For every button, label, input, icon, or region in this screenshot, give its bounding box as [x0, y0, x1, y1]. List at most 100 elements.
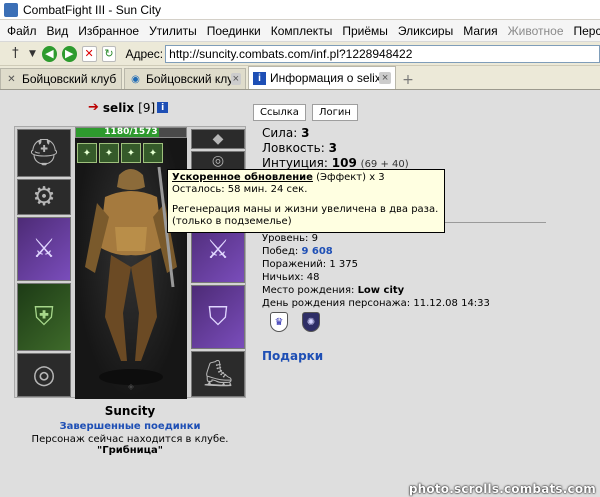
address-input[interactable]: http://suncity.combats.com/inf.pl?122894…	[165, 44, 600, 63]
armor-slot[interactable]: ⛨	[17, 283, 71, 351]
refresh-icon[interactable]: ↻	[101, 45, 117, 62]
info-value: 48	[306, 272, 320, 283]
bracers-icon: ⚙	[32, 182, 56, 212]
legs-slot[interactable]: ⛉	[191, 285, 245, 349]
info-wins: Побед: 9 608	[262, 245, 490, 258]
tab-label: Бойцовский клуб	[22, 72, 117, 86]
character-header: ➔ selix [9] i	[88, 100, 169, 115]
armor-icon: ⛨	[34, 301, 54, 332]
helmet-icon: ⛑	[27, 138, 61, 168]
tab-info-selix[interactable]: i Информация о selix ×	[248, 66, 396, 89]
window-titlebar: CombatFight III - Sun City	[0, 0, 600, 20]
new-tab-button[interactable]: +	[398, 71, 418, 89]
character-level: [9]	[138, 100, 156, 115]
tab-fight-club-2[interactable]: ◉ Бойцовский клуб. ×	[124, 68, 246, 89]
info-birthplace: Место рождения: Low city	[262, 284, 490, 297]
belt-slot[interactable]: ◎	[17, 353, 71, 397]
tooltip-remaining: Осталось: 58 мин. 24 сек.	[172, 184, 308, 195]
menu-magic[interactable]: Магия	[458, 24, 502, 38]
menubar: Файл Вид Избранное Утилиты Поединки Комп…	[0, 20, 600, 42]
profile-buttons: Ссылка Логин	[253, 104, 358, 121]
stat-label: Интуиция:	[262, 156, 328, 170]
window-title: CombatFight III - Sun City	[23, 2, 162, 17]
info-label: День рождения персонажа:	[262, 298, 411, 309]
effect-icon[interactable]: ✦	[121, 143, 141, 163]
tab-fight-club-1[interactable]: ✕ Бойцовский клуб	[0, 68, 122, 89]
stats-block: Сила: 3 Ловкость: 3 Интуиция: 109 (69 + …	[262, 126, 409, 172]
effect-icon[interactable]: ✦	[143, 143, 163, 163]
info-level: Уровень: 9	[262, 232, 490, 245]
character-name: selix	[102, 100, 135, 115]
menu-view[interactable]: Вид	[42, 24, 74, 38]
weapon-slot-left[interactable]: ⚔	[17, 217, 71, 281]
helmet-slot[interactable]: ⛑	[17, 129, 71, 177]
sword-icon: ⚔	[32, 234, 56, 264]
page-content: ➔ selix [9] i ⛑ ⚙ ⚔ ⛨ ◎ ◈ 1180/1573 ✦ ✦ …	[0, 90, 600, 497]
location-block: Suncity Завершенные поединки Персонаж се…	[14, 404, 246, 456]
info-value: 11.12.08 14:33	[413, 298, 490, 309]
info-icon: i	[253, 71, 266, 85]
menu-utilities[interactable]: Утилиты	[144, 24, 202, 38]
boots-slot[interactable]: ⛸	[191, 351, 245, 397]
stop-icon[interactable]: ✕	[81, 45, 97, 62]
menu-favorites[interactable]: Избранное	[73, 24, 144, 38]
menu-character[interactable]: Персонаж	[569, 24, 600, 38]
amulet-slot[interactable]: ◆	[191, 129, 245, 149]
gifts-link[interactable]: Подарки	[262, 349, 323, 363]
tab-close-icon[interactable]: ×	[379, 72, 391, 84]
stat-label: Ловкость:	[262, 141, 325, 155]
effect-icons: ✦ ✦ ✦ ✦	[77, 143, 163, 163]
chevron-down-icon[interactable]: ▼	[28, 46, 37, 62]
sword-icon: ⚔	[206, 235, 230, 265]
location-text: Персонаж сейчас находится в клубе.	[31, 434, 229, 445]
back-arrow-icon[interactable]: ◀	[42, 45, 57, 62]
address-label: Адрес:	[125, 46, 164, 61]
effect-icon[interactable]: ✦	[99, 143, 119, 163]
globe-icon: ◉	[131, 73, 140, 85]
medal-icon[interactable]: ♛	[270, 312, 288, 332]
ring-slot[interactable]: ◎	[191, 151, 245, 171]
link-button[interactable]: Ссылка	[253, 104, 306, 121]
tab-label: Информация о selix	[270, 71, 380, 85]
finished-fights-link[interactable]: Завершенные поединки	[14, 421, 246, 432]
tooltip-title-row: Ускоренное обновление (Эффект) х 3	[172, 172, 440, 184]
login-button[interactable]: Логин	[311, 104, 358, 121]
info-value: 1 375	[329, 259, 359, 270]
menu-techniques[interactable]: Приёмы	[337, 24, 393, 38]
menu-file[interactable]: Файл	[2, 24, 42, 38]
bracers-slot[interactable]: ⚙	[17, 179, 71, 215]
pin-icon[interactable]: †	[8, 46, 23, 62]
info-label: Место рождения:	[262, 285, 355, 296]
amulet-icon: ◆	[212, 131, 224, 147]
menu-elixirs[interactable]: Эликсиры	[393, 24, 458, 38]
medal-icon[interactable]: ✺	[302, 312, 320, 332]
wins-link[interactable]: 9 608	[301, 246, 332, 257]
info-value: 9	[311, 233, 318, 244]
hp-bar: 1180/1573	[75, 127, 187, 138]
navigation-bar: † ▼ ◀ ▶ ✕ ↻ Адрес: http://suncity.combat…	[0, 42, 600, 66]
tooltip-title-suffix: (Эффект) х 3	[312, 172, 385, 183]
paperdoll: ⛑ ⚙ ⚔ ⛨ ◎ ◈ 1180/1573 ✦ ✦ ✦ ✦ ◆ ◎ ⚔ ⛉ ⛸	[14, 126, 246, 399]
medals: ♛ ✺	[270, 312, 320, 332]
info-icon[interactable]: i	[157, 102, 169, 113]
boots-icon: ⛸	[201, 359, 235, 389]
tooltip-spacer	[172, 196, 440, 204]
character-info: Уровень: 9 Побед: 9 608 Поражений: 1 375…	[262, 232, 490, 310]
info-label: Поражений:	[262, 259, 327, 270]
stat-strength: Сила: 3	[262, 126, 409, 141]
tab-close-icon[interactable]: ×	[230, 73, 241, 85]
info-label: Уровень:	[262, 233, 309, 244]
character-figure: ◈	[85, 166, 177, 391]
stat-agility: Ловкость: 3	[262, 141, 409, 156]
app-icon	[4, 2, 18, 17]
forward-arrow-icon[interactable]: ▶	[61, 45, 77, 62]
character-portrait: ◈	[75, 127, 187, 399]
hp-text: 1180/1573	[104, 127, 158, 137]
info-label: Побед:	[262, 246, 299, 257]
menu-sets[interactable]: Комплекты	[266, 24, 338, 38]
svg-text:◈: ◈	[128, 382, 135, 391]
menu-battles[interactable]: Поединки	[202, 24, 266, 38]
info-value: Low city	[357, 285, 405, 296]
effect-tooltip: Ускоренное обновление (Эффект) х 3 Остал…	[167, 169, 445, 233]
effect-icon[interactable]: ✦	[77, 143, 97, 163]
